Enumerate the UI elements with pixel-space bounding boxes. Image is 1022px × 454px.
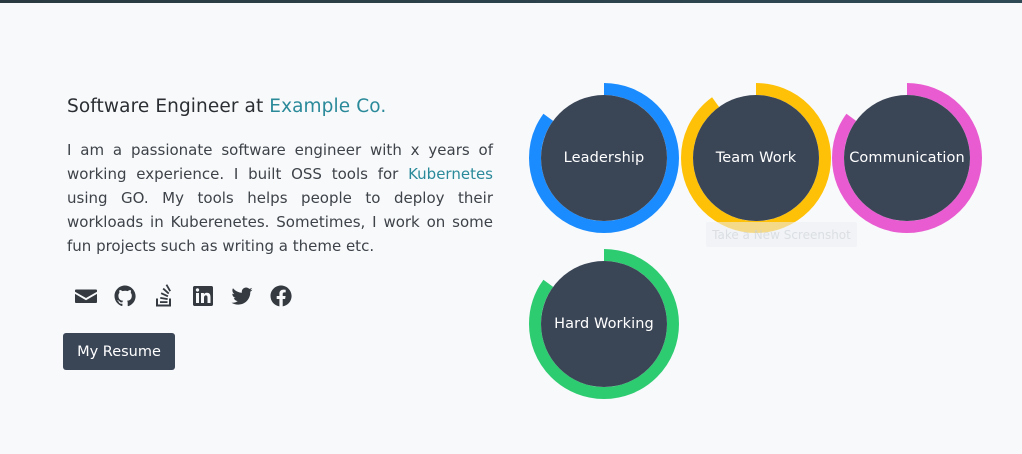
social-links <box>73 283 294 309</box>
linkedin-icon <box>191 284 215 308</box>
headline: Software Engineer at Example Co. <box>67 96 493 118</box>
about-section: Software Engineer at Example Co. I am a … <box>67 96 493 258</box>
summary-text: I am a passionate software engineer with… <box>67 138 493 258</box>
kubernetes-link[interactable]: Kubernetes <box>408 165 493 183</box>
skill-label: Communication <box>849 150 965 166</box>
stackoverflow-icon <box>152 284 176 308</box>
resume-button[interactable]: My Resume <box>63 333 175 370</box>
stackoverflow-link[interactable] <box>151 283 177 309</box>
linkedin-link[interactable] <box>190 283 216 309</box>
summary-part-2: using GO. My tools helps people to deplo… <box>67 189 493 255</box>
skill-leadership: Leadership <box>528 82 680 234</box>
skill-label: Team Work <box>715 150 797 166</box>
email-link[interactable] <box>73 283 99 309</box>
skill-label: Leadership <box>563 150 645 166</box>
github-link[interactable] <box>112 283 138 309</box>
skill-team-work: Team Work <box>680 82 832 234</box>
skill-communication: Communication <box>831 82 983 234</box>
headline-prefix: Software Engineer at <box>67 96 270 117</box>
skill-hard-working: Hard Working <box>528 248 680 400</box>
github-icon <box>113 284 137 308</box>
facebook-link[interactable] <box>268 283 294 309</box>
skill-label: Hard Working <box>554 316 654 332</box>
screenshot-tooltip: Take a New Screenshot <box>706 222 857 247</box>
twitter-link[interactable] <box>229 283 255 309</box>
twitter-icon <box>230 284 254 308</box>
facebook-icon <box>269 284 293 308</box>
top-accent-bar <box>0 0 1022 3</box>
envelope-icon <box>74 284 98 308</box>
company-link[interactable]: Example Co. <box>269 96 386 117</box>
